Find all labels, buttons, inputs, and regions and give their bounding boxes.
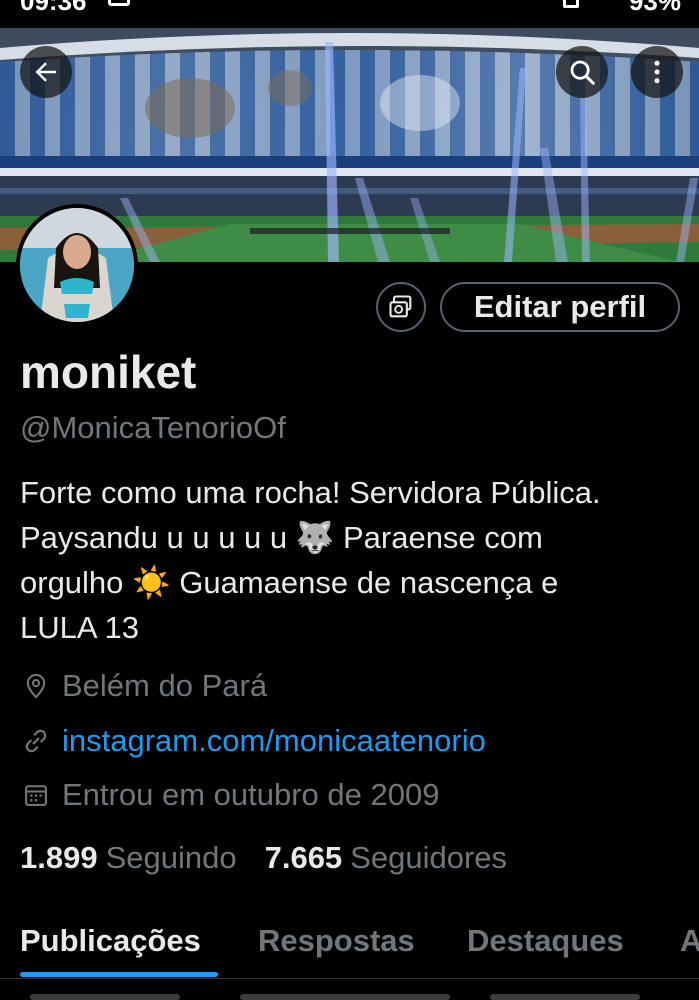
- bio-line: LULA 13: [20, 610, 139, 645]
- following-label: Seguindo: [105, 840, 237, 875]
- active-tab-indicator: [20, 972, 218, 977]
- profile-bio: Forte como uma rocha! Servidora Pública.…: [20, 470, 685, 650]
- profile-tabs: Publicações Respostas Destaques A: [0, 915, 699, 979]
- battery-icon: [563, 0, 579, 8]
- back-button[interactable]: [20, 46, 72, 98]
- bio-line: orgulho ☀️ Guamaense de nascença e: [20, 565, 559, 600]
- bio-line: Paysandu u u u u u 🐺 Paraense com: [20, 520, 543, 555]
- peek-shape: [30, 994, 180, 1000]
- followers-link[interactable]: 7.665 Seguidores: [265, 840, 507, 876]
- more-vertical-icon: [654, 60, 660, 84]
- media-button[interactable]: [376, 282, 426, 332]
- display-name: moniket: [20, 346, 197, 398]
- search-button[interactable]: [556, 46, 608, 98]
- status-bar: 09:36 93%: [0, 0, 699, 28]
- website-row: instagram.com/monicaatenorio: [20, 723, 486, 759]
- link-icon: [20, 725, 52, 757]
- peek-shape: [240, 994, 450, 1000]
- media-icon: [389, 295, 412, 318]
- location-pin-icon: [20, 670, 52, 702]
- user-handle: @MonicaTenorioOf: [20, 410, 286, 445]
- bio-line: Forte como uma rocha! Servidora Pública.: [20, 475, 601, 510]
- calendar-icon: [20, 779, 52, 811]
- next-content-peek: [30, 992, 670, 1000]
- battery-level: 93%: [628, 0, 681, 16]
- tab-more[interactable]: A: [680, 923, 699, 959]
- following-link[interactable]: 1.899 Seguindo: [20, 840, 237, 876]
- arrow-left-icon: [35, 62, 56, 82]
- location-row: Belém do Pará: [20, 668, 267, 704]
- follow-stats: 1.899 Seguindo 7.665 Seguidores: [20, 840, 535, 876]
- website-link[interactable]: instagram.com/monicaatenorio: [62, 723, 486, 759]
- tab-destaques[interactable]: Destaques: [467, 923, 624, 959]
- followers-count: 7.665: [264, 840, 343, 875]
- avatar[interactable]: [16, 204, 138, 326]
- joined-text: Entrou em outubro de 2009: [62, 777, 440, 812]
- following-count: 1.899: [20, 840, 98, 875]
- location-text: Belém do Pará: [62, 668, 268, 703]
- more-options-button[interactable]: [631, 46, 683, 98]
- avatar-photo: [20, 208, 134, 322]
- peek-shape: [490, 994, 640, 1000]
- followers-label: Seguidores: [350, 840, 508, 875]
- joined-row: Entrou em outubro de 2009: [20, 777, 439, 813]
- tab-publicacoes[interactable]: Publicações: [20, 923, 201, 959]
- search-icon: [570, 60, 595, 85]
- status-time: 09:36: [20, 0, 87, 16]
- edit-profile-button[interactable]: Editar perfil: [440, 282, 680, 332]
- tab-respostas[interactable]: Respostas: [258, 923, 415, 959]
- notification-icon: [108, 0, 130, 6]
